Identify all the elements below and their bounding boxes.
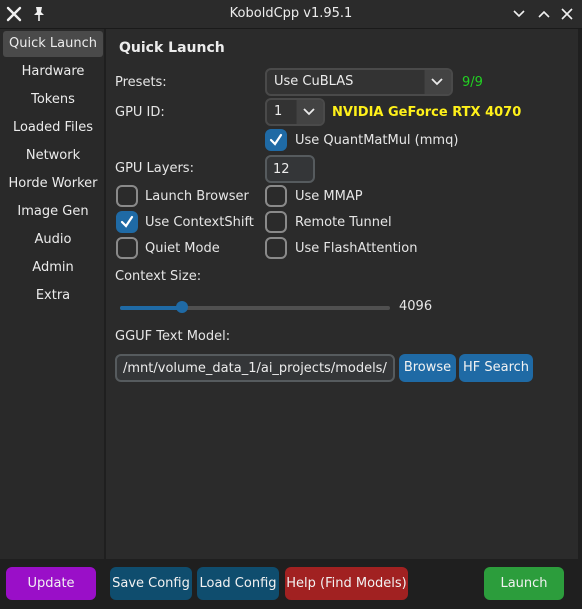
browse-button[interactable]: Browse xyxy=(399,354,456,382)
presets-dropdown[interactable]: Use CuBLAS xyxy=(265,68,453,96)
flashattention-label[interactable]: Use FlashAttention xyxy=(295,241,417,256)
update-button[interactable]: Update xyxy=(6,567,96,600)
flashattention-checkbox[interactable] xyxy=(265,237,287,259)
quiet-mode-label[interactable]: Quiet Mode xyxy=(145,241,220,256)
quick-launch-panel: Quick Launch Presets: Use CuBLAS 9/9 GPU… xyxy=(106,29,578,559)
sidebar-item-audio[interactable]: Audio xyxy=(3,227,103,253)
chevron-down-icon xyxy=(431,78,443,86)
sidebar-item-loaded-files[interactable]: Loaded Files xyxy=(3,115,103,141)
context-size-slider[interactable] xyxy=(120,306,390,310)
sidebar-item-image-gen[interactable]: Image Gen xyxy=(3,199,103,225)
context-size-label: Context Size: xyxy=(115,269,202,284)
sidebar-item-network[interactable]: Network xyxy=(3,143,103,169)
page-title: Quick Launch xyxy=(119,40,225,56)
hf-search-button[interactable]: HF Search xyxy=(459,354,533,382)
maximize-icon[interactable] xyxy=(537,7,551,21)
remote-tunnel-label[interactable]: Remote Tunnel xyxy=(295,215,392,230)
gpu-id-label: GPU ID: xyxy=(115,105,165,120)
gpu-layers-label: GPU Layers: xyxy=(115,161,194,176)
sidebar-item-tokens[interactable]: Tokens xyxy=(3,87,103,113)
checkmark-icon xyxy=(120,215,134,228)
sidebar: Quick Launch Hardware Tokens Loaded File… xyxy=(0,29,104,559)
presets-value: Use CuBLAS xyxy=(274,74,354,89)
checkmark-icon xyxy=(269,133,283,146)
presets-label: Presets: xyxy=(115,75,167,90)
save-config-button[interactable]: Save Config xyxy=(110,567,192,600)
launch-button[interactable]: Launch xyxy=(484,567,564,600)
gpu-layers-input[interactable] xyxy=(265,155,315,183)
model-path-input[interactable] xyxy=(115,354,395,382)
launch-browser-label[interactable]: Launch Browser xyxy=(145,189,249,204)
sidebar-item-extra[interactable]: Extra xyxy=(3,283,103,309)
help-find-models-button[interactable]: Help (Find Models) xyxy=(285,567,408,600)
minimize-icon[interactable] xyxy=(512,7,526,21)
use-mmap-label[interactable]: Use MMAP xyxy=(295,189,363,204)
context-size-slider-fill xyxy=(120,306,183,310)
bottom-bar: Update Save Config Load Config Help (Fin… xyxy=(0,559,582,609)
gpu-id-dropdown-arrow[interactable] xyxy=(296,100,323,124)
gpu-layers-status: 9/9 xyxy=(462,75,483,90)
launch-browser-checkbox[interactable] xyxy=(116,185,138,207)
quantmatmul-checkbox[interactable] xyxy=(265,129,287,151)
gpu-name: NVIDIA GeForce RTX 4070 xyxy=(332,105,522,120)
contextshift-checkbox[interactable] xyxy=(116,211,138,233)
quantmatmul-label[interactable]: Use QuantMatMul (mmq) xyxy=(295,133,458,148)
gpu-id-value: 1 xyxy=(274,104,283,119)
gpu-id-dropdown[interactable]: 1 xyxy=(265,98,325,126)
model-label: GGUF Text Model: xyxy=(115,329,231,344)
chevron-down-icon xyxy=(303,108,315,116)
quiet-mode-checkbox[interactable] xyxy=(116,237,138,259)
sidebar-item-hardware[interactable]: Hardware xyxy=(3,59,103,85)
context-size-slider-handle[interactable] xyxy=(176,301,189,313)
presets-dropdown-arrow[interactable] xyxy=(424,70,451,94)
remote-tunnel-checkbox[interactable] xyxy=(265,211,287,233)
close-icon[interactable] xyxy=(560,7,574,21)
title-bar: KoboldCpp v1.95.1 xyxy=(0,0,582,29)
context-size-value: 4096 xyxy=(399,299,433,314)
window-title: KoboldCpp v1.95.1 xyxy=(229,6,353,21)
sidebar-item-quick-launch[interactable]: Quick Launch xyxy=(3,31,103,57)
sidebar-item-horde-worker[interactable]: Horde Worker xyxy=(3,171,103,197)
sidebar-item-admin[interactable]: Admin xyxy=(3,255,103,281)
use-mmap-checkbox[interactable] xyxy=(265,185,287,207)
load-config-button[interactable]: Load Config xyxy=(197,567,279,600)
contextshift-label[interactable]: Use ContextShift xyxy=(145,215,254,230)
